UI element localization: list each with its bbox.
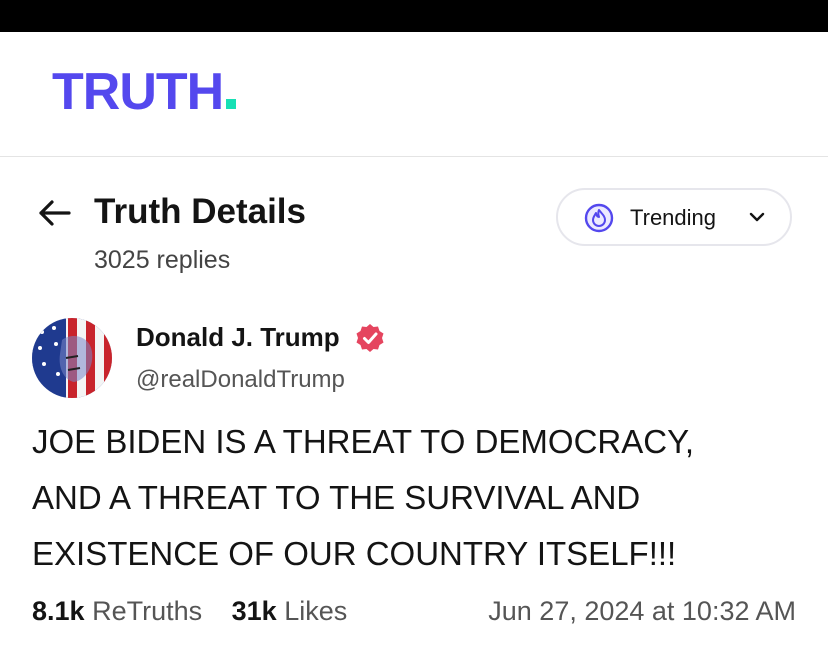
author-name[interactable]: Donald J. Trump bbox=[136, 322, 340, 353]
trending-label: Trending bbox=[630, 205, 717, 230]
retruths-label: ReTruths bbox=[92, 596, 203, 626]
status-bar bbox=[0, 0, 828, 32]
verified-badge-icon bbox=[356, 324, 384, 352]
retruths-stat[interactable]: 8.1k ReTruths bbox=[32, 596, 202, 626]
post-line: JOE BIDEN IS A THREAT TO DEMOCRACY, bbox=[32, 423, 695, 460]
post-body: JOE BIDEN IS A THREAT TO DEMOCRACY, AND … bbox=[32, 414, 802, 582]
retruths-count: 8.1k bbox=[32, 596, 85, 626]
replies-count: 3025 replies bbox=[94, 246, 231, 274]
app-header: TRUTH bbox=[0, 32, 828, 157]
post-timestamp: Jun 27, 2024 at 10:32 AM bbox=[488, 596, 796, 626]
logo-dot bbox=[226, 99, 237, 109]
truth-logo[interactable]: TRUTH bbox=[52, 66, 237, 118]
likes-stat[interactable]: 31k Likes bbox=[232, 596, 348, 626]
post-line: EXISTENCE OF OUR COUNTRY ITSELF!!! bbox=[32, 535, 677, 572]
avatar-image bbox=[32, 318, 112, 398]
back-button[interactable] bbox=[36, 198, 72, 228]
back-arrow-icon bbox=[39, 200, 71, 226]
author-handle[interactable]: @realDonaldTrump bbox=[136, 366, 345, 394]
post-stats: 8.1k ReTruths 31k Likes bbox=[32, 596, 369, 627]
page-title: Truth Details bbox=[94, 192, 306, 231]
likes-label: Likes bbox=[284, 596, 348, 626]
avatar[interactable] bbox=[32, 318, 112, 398]
trending-dropdown[interactable]: Trending bbox=[556, 188, 792, 246]
chevron-down-icon bbox=[749, 212, 765, 222]
flame-icon bbox=[584, 203, 614, 233]
post-line: AND A THREAT TO THE SURVIVAL AND bbox=[32, 479, 641, 516]
likes-count: 31k bbox=[231, 596, 277, 626]
